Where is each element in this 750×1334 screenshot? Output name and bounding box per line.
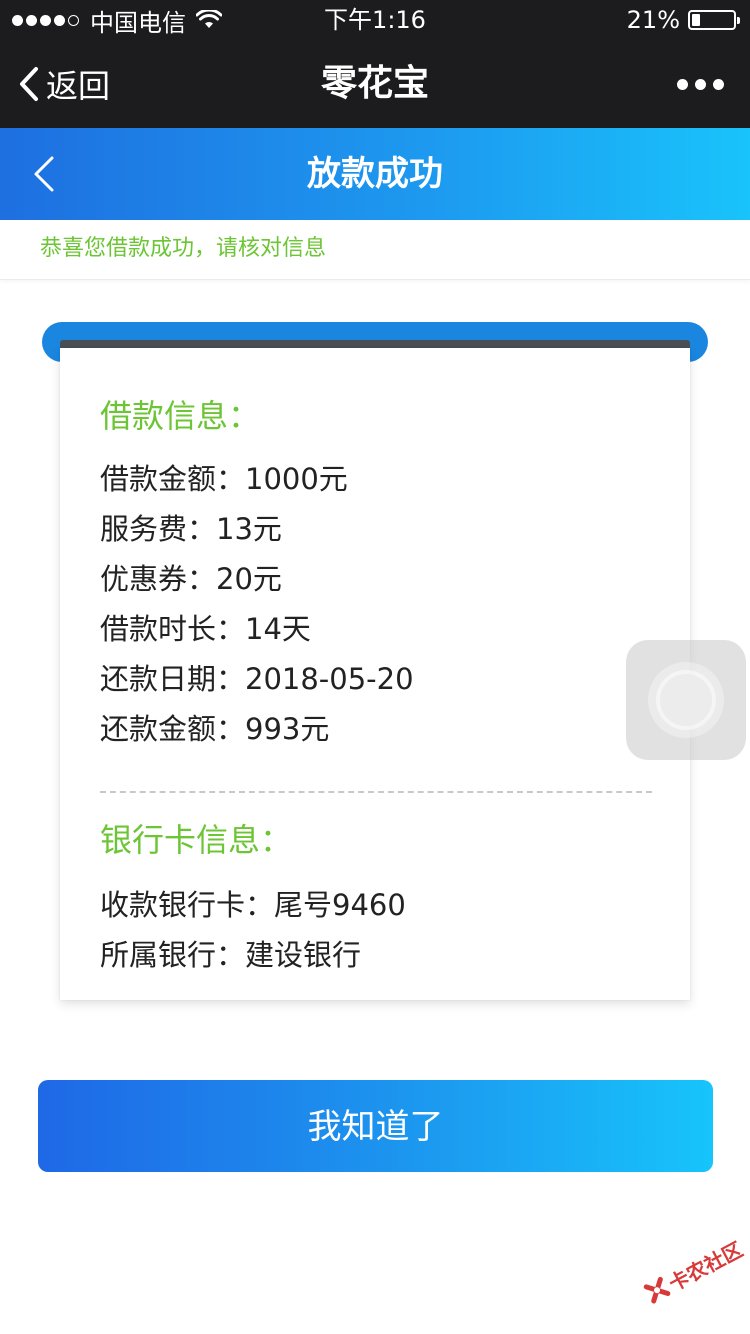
- status-right: 21%: [626, 4, 740, 36]
- more-dot-icon: [677, 78, 688, 90]
- more-dot-icon: [695, 78, 706, 90]
- watermark-text: 卡农社区: [664, 1236, 747, 1296]
- battery-icon: [688, 10, 740, 30]
- bank-info-title: 银行卡信息：: [100, 821, 293, 859]
- more-dot-icon: [713, 78, 724, 90]
- loan-info-title: 借款信息：: [100, 397, 261, 435]
- loan-duration-row: 借款时长：14天: [100, 612, 311, 646]
- bank-name-row: 所属银行：建设银行: [100, 938, 362, 972]
- assistive-center: [660, 674, 712, 726]
- status-bar: 中国电信 下午1:16 21%: [0, 0, 750, 40]
- watermark: 卡农社区: [632, 1218, 750, 1323]
- battery-percent: 21%: [626, 6, 680, 34]
- service-fee-row: 服务费：13元: [100, 512, 282, 546]
- notice-banner: 恭喜您借款成功，请核对信息: [0, 220, 750, 280]
- more-options-button[interactable]: [670, 70, 724, 98]
- dashed-divider: [100, 791, 652, 793]
- assistive-touch-button[interactable]: [626, 640, 746, 760]
- receiving-card-row: 收款银行卡：尾号9460: [100, 888, 406, 922]
- coupon-row: 优惠券：20元: [100, 562, 282, 596]
- loan-receipt-card: 借款信息： 借款金额：1000元 服务费：13元 优惠券：20元 借款时长：14…: [60, 348, 690, 1000]
- nav-bar: 返回 零花宝: [0, 40, 750, 128]
- page-header: 放款成功: [0, 128, 750, 220]
- page-title: 放款成功: [307, 154, 443, 194]
- confirm-button[interactable]: 我知道了: [38, 1080, 713, 1172]
- nav-title: 零花宝: [320, 63, 429, 104]
- notice-text: 恭喜您借款成功，请核对信息: [40, 236, 327, 261]
- loan-amount-row: 借款金额：1000元: [100, 462, 348, 496]
- repayment-date-row: 还款日期：2018-05-20: [100, 662, 414, 696]
- repayment-amount-row: 还款金额：993元: [100, 712, 330, 746]
- battery-fill: [692, 14, 700, 26]
